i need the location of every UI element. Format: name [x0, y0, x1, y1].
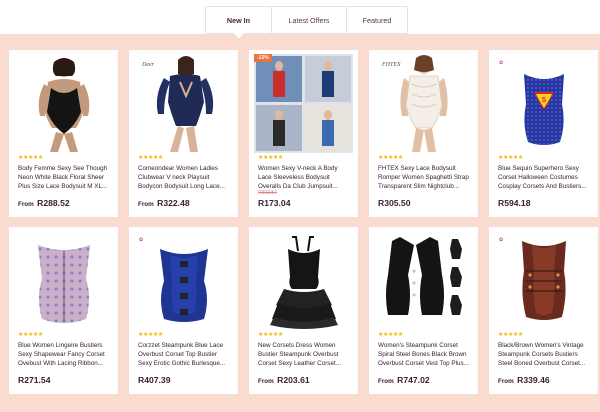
rating-stars: ★★★★★ — [258, 331, 283, 338]
rating-stars: ★★★★★ — [18, 331, 43, 338]
product-price: R173.04 — [258, 198, 291, 208]
tab-new-in[interactable]: New In — [205, 6, 271, 39]
brown-steampunk-corset-icon[interactable] — [494, 231, 593, 330]
product-card[interactable]: -15% ★★★★★ Women Sexy V-neck A Body Lace… — [249, 50, 358, 217]
tab-latest-offers[interactable]: Latest Offers — [271, 6, 346, 34]
product-title[interactable]: Women Sexy V-neck A Body Lace Sleeveless… — [258, 165, 350, 192]
navy-lace-bodysuit-icon[interactable] — [134, 54, 233, 153]
product-tabs: New In Latest Offers Featured — [205, 6, 408, 39]
black-vest-corset-icon[interactable] — [374, 231, 473, 330]
product-price: R407.39 — [138, 375, 171, 385]
blue-sequin-corset-icon[interactable]: S — [494, 54, 593, 153]
tab-featured[interactable]: Featured — [346, 6, 408, 34]
price-value: R339.46 — [517, 375, 550, 385]
brand-logo: Deer — [142, 62, 154, 68]
rating-stars: ★★★★★ — [378, 331, 403, 338]
product-price: R305.50 — [378, 198, 411, 208]
price-prefix: From — [378, 378, 394, 385]
product-title[interactable]: FHTEX Sexy Lace Bodysuit Romper Women Sp… — [378, 165, 470, 192]
black-lace-bodysuit-icon[interactable] — [14, 54, 113, 153]
rating-stars: ★★★★★ — [18, 154, 43, 161]
product-card[interactable]: ✿ ★★★★★ Corzzet Steampunk Blue Lace Over… — [129, 227, 238, 394]
price-prefix: From — [258, 378, 274, 385]
rating-stars: ★★★★★ — [138, 331, 163, 338]
rating-stars: ★★★★★ — [138, 154, 163, 161]
brand-logo-icon: ✿ — [499, 237, 504, 243]
floral-corset-icon[interactable] — [14, 231, 113, 330]
original-price: R203.57 — [258, 190, 277, 196]
product-price: From R339.46 — [498, 375, 550, 385]
price-value: R288.52 — [37, 198, 70, 208]
product-price: R271.54 — [18, 375, 51, 385]
product-card[interactable]: FHTEX ★★★★★ FHTEX Sexy Lace Bodysuit Rom… — [369, 50, 478, 217]
product-price: From R203.61 — [258, 375, 310, 385]
product-card[interactable]: ★★★★★ New Corsets Dress Women Bustier St… — [249, 227, 358, 394]
product-price: R594.18 — [498, 198, 531, 208]
product-card[interactable]: ★★★★★ Blue Women Lingeire Bustiers Sexy … — [9, 227, 118, 394]
brand-logo: FHTEX — [382, 62, 401, 68]
product-title[interactable]: Blue Women Lingeire Bustiers Sexy Shapew… — [18, 342, 110, 369]
price-value: R322.48 — [157, 198, 190, 208]
rating-stars: ★★★★★ — [498, 154, 523, 161]
brand-logo-icon: ✿ — [499, 60, 504, 66]
price-value: R747.02 — [397, 375, 430, 385]
black-corset-dress-icon[interactable] — [254, 231, 353, 330]
rating-stars: ★★★★★ — [498, 331, 523, 338]
product-title[interactable]: Women's Steampunk Corset Spiral Steel Bo… — [378, 342, 470, 369]
product-price: From R322.48 — [138, 198, 190, 208]
rating-stars: ★★★★★ — [258, 154, 283, 161]
brand-logo-icon: ✿ — [139, 237, 144, 243]
price-prefix: From — [498, 378, 514, 385]
product-card[interactable]: ★★★★★ Women's Steampunk Corset Spiral St… — [369, 227, 478, 394]
product-title[interactable]: Body Femme Sexy See Though Neon White Bl… — [18, 165, 110, 192]
product-grid: ★★★★★ Body Femme Sexy See Though Neon Wh… — [9, 50, 598, 394]
product-card[interactable]: Deer ★★★★★ Comeondear Women Ladies Clubw… — [129, 50, 238, 217]
product-card[interactable]: ✿ ★★★★★ Black/Brown Women's Vintage Stea… — [489, 227, 598, 394]
product-card[interactable]: ★★★★★ Body Femme Sexy See Though Neon Wh… — [9, 50, 118, 217]
product-title[interactable]: Black/Brown Women's Vintage Steampunk Co… — [498, 342, 590, 369]
blue-lace-corset-icon[interactable] — [134, 231, 233, 330]
discount-badge: -15% — [254, 54, 272, 62]
product-title[interactable]: Corzzet Steampunk Blue Lace Overbust Cor… — [138, 342, 230, 369]
product-price: From R747.02 — [378, 375, 430, 385]
price-prefix: From — [18, 201, 34, 208]
price-value: R203.61 — [277, 375, 310, 385]
product-title[interactable]: New Corsets Dress Women Bustier Steampun… — [258, 342, 350, 369]
product-title[interactable]: Blue Sequin Superhero Sexy Corset Hallow… — [498, 165, 590, 192]
white-lace-romper-icon[interactable] — [374, 54, 473, 153]
rating-stars: ★★★★★ — [378, 154, 403, 161]
svg-text:S: S — [542, 97, 547, 104]
price-prefix: From — [138, 201, 154, 208]
jumpsuit-collage-icon[interactable] — [254, 54, 353, 153]
product-price: From R288.52 — [18, 198, 70, 208]
product-card[interactable]: ✿ S ★★★★★ Blue Sequin Superhero Sexy Cor… — [489, 50, 598, 217]
product-title[interactable]: Comeondear Women Ladies Clubwear V neck … — [138, 165, 230, 192]
